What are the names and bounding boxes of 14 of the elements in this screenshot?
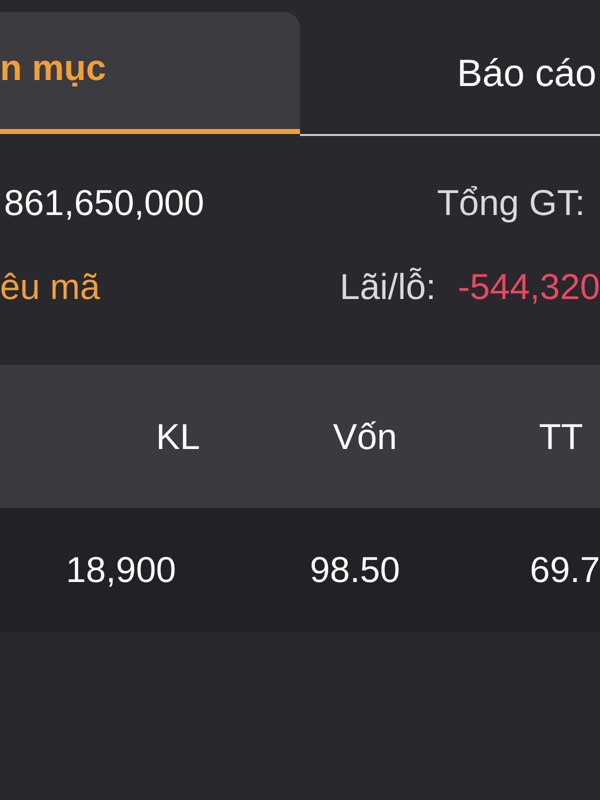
tab[interactable]: Báo cáo bbox=[300, 0, 600, 136]
table-cell: 18,900 bbox=[66, 549, 176, 591]
table-cell: 98.50 bbox=[310, 549, 400, 591]
total-value-label: Tổng GT: bbox=[436, 182, 585, 224]
filter-link[interactable]: êu mã bbox=[0, 266, 100, 308]
column-header: Vốn bbox=[332, 416, 397, 458]
table-row[interactable]: 18,900 98.50 69.7 bbox=[0, 508, 600, 632]
column-header: KL bbox=[156, 416, 200, 458]
profit-loss-value: -544,320 bbox=[458, 266, 600, 308]
tab[interactable]: n mục bbox=[0, 12, 300, 134]
table-cell: 69.7 bbox=[530, 549, 600, 591]
profit-loss-label: Lãi/lỗ: bbox=[340, 266, 436, 308]
column-header: TT bbox=[539, 416, 583, 458]
amount-value: 861,650,000 bbox=[3, 182, 204, 224]
